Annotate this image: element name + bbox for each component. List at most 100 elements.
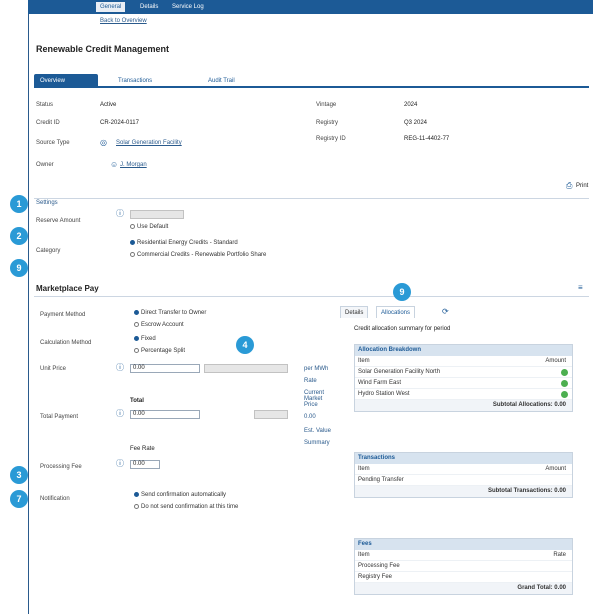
total-payment-input[interactable]: 0.00 [130, 410, 200, 419]
category-option-2-label: Commercial Credits - Renewable Portfolio… [137, 252, 267, 259]
page-title: Renewable Credit Management [36, 44, 170, 54]
back-link[interactable]: Back to Overview [100, 18, 147, 24]
refresh-icon[interactable]: ⟳ [442, 308, 450, 316]
transactions-panel-head: Transactions [355, 453, 572, 464]
status-value: Active [100, 102, 117, 108]
print-label[interactable]: Print [576, 183, 588, 189]
step-badge: 1 [10, 195, 28, 213]
calc-option-fixed[interactable]: Fixed [134, 336, 156, 342]
fees-panel-head: Fees [355, 539, 572, 550]
total-payment-secondary [254, 410, 288, 419]
status-ok-icon [561, 380, 568, 387]
source-type-label: Source Type [36, 140, 70, 146]
top-tab-service-log[interactable]: Service Log [168, 2, 208, 12]
fees-panel: Fees Item Rate Processing Fee Registry Fe… [354, 538, 573, 595]
top-tab-details[interactable]: Details [136, 2, 162, 12]
allocation-row-name: Solar Generation Facility North [358, 369, 441, 375]
vintage-value: 2024 [404, 102, 418, 108]
vintage-label: Vintage [316, 102, 337, 108]
settings-divider [34, 198, 589, 199]
step-badge: 9 [10, 259, 28, 277]
calc-option-percentage[interactable]: Percentage Split [134, 348, 185, 354]
allocation-row-name: Wind Farm East [358, 380, 402, 386]
top-navigation-bar: General Details Service Log [28, 0, 593, 14]
main-tabs: Overview Transactions Audit Trail [34, 74, 589, 88]
unit-price-side: per MWh [304, 366, 329, 372]
credit-id-value: CR-2024-0117 [100, 120, 139, 126]
payment-option-2-label: Escrow Account [141, 322, 184, 329]
radio-dot [134, 310, 139, 315]
total-side2: Est. Value [304, 428, 331, 434]
unit-price-secondary [204, 364, 288, 373]
status-label: Status [36, 102, 54, 108]
registry-label: Registry [316, 120, 339, 126]
allocation-panel-head: Allocation Breakdown [355, 345, 572, 356]
help-icon[interactable]: ⓘ [116, 210, 124, 218]
table-row[interactable]: Solar Generation Facility North [355, 367, 572, 378]
source-type-link[interactable]: Solar Generation Facility [116, 140, 182, 146]
notify-option-1[interactable]: Send confirmation automatically [134, 492, 226, 498]
unit-price-input[interactable]: 0.00 [130, 364, 200, 373]
step-badge: 9 [393, 283, 411, 301]
table-row[interactable]: Registry Fee [355, 572, 572, 583]
allocation-header-row: Item Amount [355, 356, 572, 367]
print-icon[interactable]: ⎙ [566, 182, 574, 190]
radio-dot [134, 322, 139, 327]
category-option-2[interactable]: Commercial Credits - Renewable Portfolio… [130, 252, 266, 258]
payment-option-2[interactable]: Escrow Account [134, 322, 184, 328]
content-frame [28, 0, 593, 614]
radio-dot [134, 492, 139, 497]
help-icon[interactable]: ⓘ [116, 410, 124, 418]
step-badge: 4 [236, 336, 254, 354]
top-tab-general[interactable]: General [96, 2, 126, 12]
table-row[interactable]: Processing Fee [355, 561, 572, 572]
step-badge: 3 [10, 466, 28, 484]
fee-input[interactable]: 0.00 [130, 460, 160, 469]
status-ok-icon [561, 369, 568, 376]
registry-id-label: Registry ID [316, 136, 346, 142]
transactions-col-amount: Amount [545, 466, 566, 472]
right-tab-details[interactable]: Details [340, 306, 369, 318]
owner-link[interactable]: J. Morgan [120, 162, 147, 168]
tab-transactions[interactable]: Transactions [112, 74, 158, 88]
fees-col-name: Item [358, 552, 370, 558]
collapse-icon[interactable]: ≡ [578, 284, 586, 292]
category-option-1[interactable]: Residential Energy Credits - Standard [130, 240, 238, 246]
help-icon[interactable]: ⓘ [116, 364, 124, 372]
calc-method-label: Calculation Method [40, 340, 92, 346]
help-icon[interactable]: ⓘ [116, 460, 124, 468]
fees-row-name: Processing Fee [358, 563, 400, 569]
table-row[interactable]: Hydro Station West [355, 389, 572, 400]
user-icon: ☺ [110, 160, 119, 169]
payment-option-1[interactable]: Direct Transfer to Owner [134, 310, 206, 316]
fees-col-amount: Rate [553, 552, 566, 558]
reserve-input[interactable] [130, 210, 184, 219]
summary-note: Summary [304, 440, 330, 446]
source-icon: ◎ [100, 138, 107, 147]
table-row[interactable]: Wind Farm East [355, 378, 572, 389]
transactions-total: Subtotal Transactions: 0.00 [355, 486, 572, 497]
notification-label: Notification [40, 496, 70, 502]
payment-method-label: Payment Method [40, 312, 86, 318]
step-badge: 2 [10, 227, 28, 245]
reserve-label: Reserve Amount [36, 218, 81, 224]
category-option-1-label: Residential Energy Credits - Standard [137, 240, 238, 247]
notify-option-2[interactable]: Do not send confirmation at this time [134, 504, 238, 510]
allocation-col-name: Item [358, 358, 370, 364]
tab-overview[interactable]: Overview [34, 74, 98, 88]
calc-option-percentage-label: Percentage Split [141, 348, 186, 355]
table-row[interactable]: Pending Transfer [355, 475, 572, 486]
total-payment-label: Total Payment [40, 414, 79, 420]
tab-audit-trail[interactable]: Audit Trail [202, 74, 241, 88]
transactions-panel: Transactions Item Amount Pending Transfer… [354, 452, 573, 498]
reserve-default-checkbox[interactable]: Use Default [130, 224, 168, 230]
right-tab-allocations[interactable]: Allocations [376, 306, 416, 318]
notify-option-2-label: Do not send confirmation at this time [141, 504, 239, 511]
step-badge: 7 [10, 490, 28, 508]
category-label: Category [36, 248, 61, 254]
total-side1: 0.00 [304, 414, 316, 420]
marketplace-title: Marketplace Pay [36, 284, 99, 293]
owner-label: Owner [36, 162, 54, 168]
unit-price-side3: Current Market Price [304, 390, 325, 408]
checkbox-box [130, 224, 135, 229]
